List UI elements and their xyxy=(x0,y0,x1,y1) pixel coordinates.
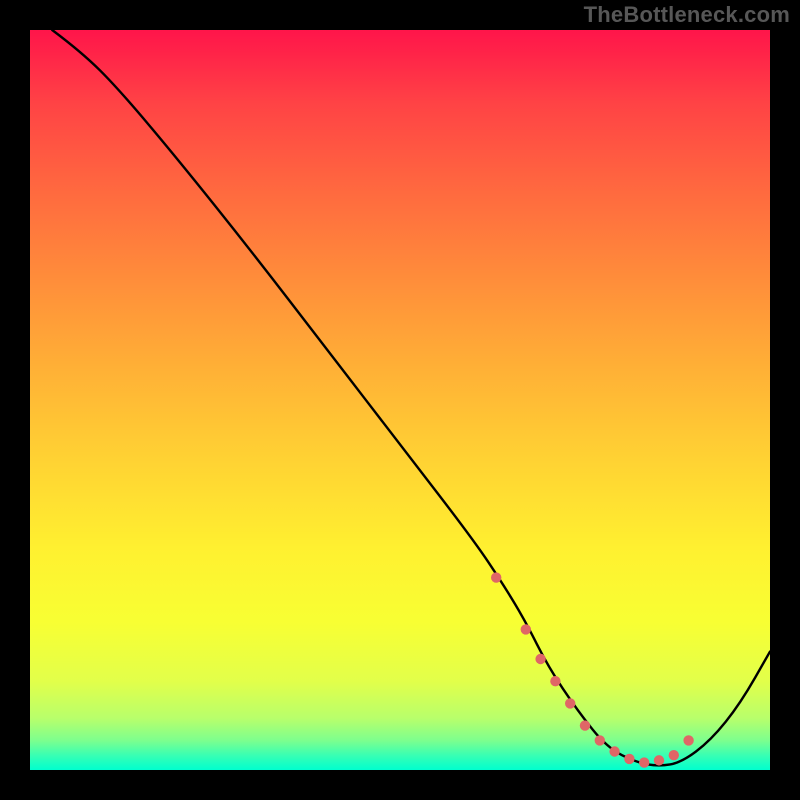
valley-dot xyxy=(654,755,664,765)
valley-dot xyxy=(535,654,545,664)
plot-area xyxy=(30,30,770,770)
chart-frame: TheBottleneck.com xyxy=(0,0,800,800)
valley-dot xyxy=(550,676,560,686)
valley-dot xyxy=(565,698,575,708)
watermark-text: TheBottleneck.com xyxy=(584,2,790,28)
valley-dot xyxy=(521,624,531,634)
bottleneck-curve xyxy=(52,30,770,765)
valley-dot xyxy=(639,757,649,767)
valley-dot xyxy=(683,735,693,745)
valley-dot xyxy=(491,572,501,582)
valley-dot xyxy=(580,720,590,730)
valley-dots xyxy=(491,572,694,767)
curve-svg xyxy=(30,30,770,770)
valley-dot xyxy=(624,754,634,764)
valley-dot xyxy=(669,750,679,760)
valley-dot xyxy=(609,746,619,756)
valley-dot xyxy=(595,735,605,745)
